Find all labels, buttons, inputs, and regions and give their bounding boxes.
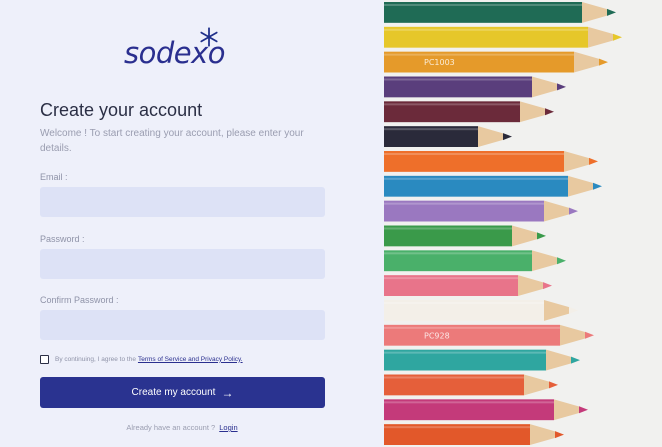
confirm-password-label: Confirm Password : (40, 295, 119, 305)
login-prompt: Already have an account ? Login (0, 423, 364, 432)
star-icon (200, 27, 218, 47)
pencil (384, 76, 566, 98)
pencil (384, 26, 622, 48)
pencil (384, 275, 552, 296)
colored-pencils-illustration: PC1003 PC928 (384, 2, 622, 445)
sodexo-logo: sodexo (124, 27, 254, 72)
pencil (384, 424, 564, 445)
pencil: PC928 (384, 324, 594, 346)
arrow-right-icon: → (221, 385, 234, 400)
pencil (384, 349, 580, 371)
pencil (384, 399, 588, 421)
pencil (384, 126, 512, 147)
colored-pencils-photo: PC1003 PC928 (384, 0, 662, 447)
pencil (384, 374, 558, 396)
signup-panel: sodexo Create your account Welcome ! To … (0, 0, 384, 447)
password-field[interactable] (40, 249, 325, 279)
pencil (384, 200, 578, 222)
terms-checkbox[interactable] (40, 354, 49, 364)
pencil: PC1003 (384, 51, 608, 73)
terms-row: By continuing, I agree to the Terms of S… (40, 353, 243, 365)
pencil (384, 2, 616, 23)
email-field[interactable] (40, 187, 325, 217)
login-prompt-text: Already have an account ? (126, 423, 216, 432)
pencil (384, 250, 566, 272)
confirm-password-field[interactable] (40, 310, 325, 340)
pencil (384, 101, 554, 123)
pencil-label: PC928 (424, 331, 450, 340)
pencil (384, 175, 602, 197)
password-label: Password : (40, 234, 85, 244)
terms-link[interactable]: Terms of Service and Privacy Policy. (138, 356, 243, 363)
login-link[interactable]: Login (219, 423, 237, 432)
pencil (384, 225, 546, 247)
create-account-button[interactable]: Create my account → (40, 377, 325, 408)
create-account-label: Create my account (131, 387, 216, 398)
terms-text: By continuing, I agree to the (55, 355, 136, 363)
page-subtitle: Welcome ! To start creating your account… (40, 128, 304, 154)
pencil (384, 300, 578, 321)
page-title: Create your account (40, 100, 203, 120)
email-label: Email : (40, 172, 68, 182)
pencil-label: PC1003 (424, 58, 455, 67)
pencil (384, 151, 598, 172)
